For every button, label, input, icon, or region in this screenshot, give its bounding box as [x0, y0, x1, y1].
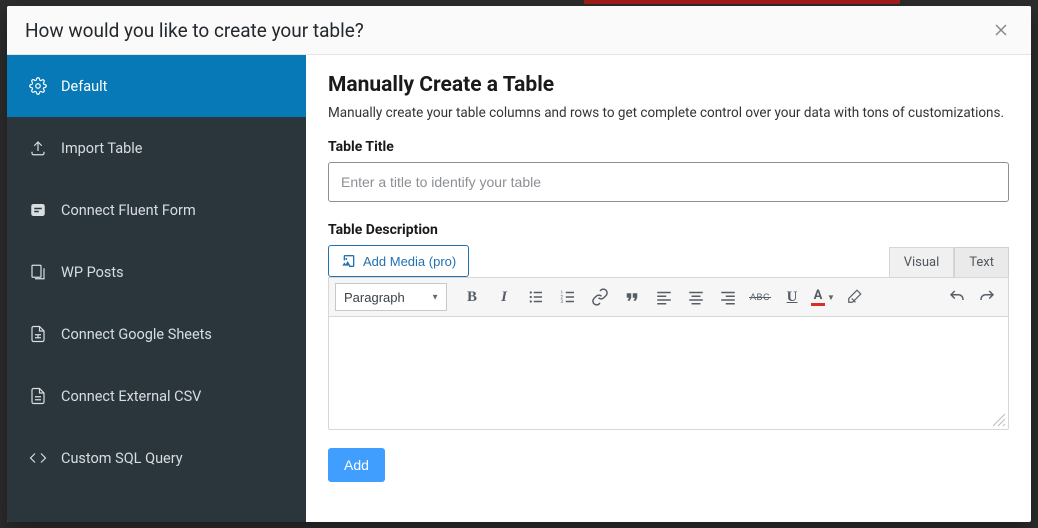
italic-icon: I [501, 289, 507, 306]
bold-button[interactable]: B [457, 282, 487, 312]
tab-text[interactable]: Text [954, 247, 1009, 277]
create-table-modal: How would you like to create your table?… [7, 6, 1031, 522]
modal-header: How would you like to create your table? [7, 6, 1031, 55]
upload-icon [29, 139, 47, 157]
description-toolbar-row: Add Media (pro) Visual Text [328, 245, 1009, 277]
align-center-icon [687, 288, 705, 306]
close-icon [995, 24, 1007, 36]
align-left-button[interactable] [649, 282, 679, 312]
link-icon [591, 288, 609, 306]
redo-icon [978, 288, 996, 306]
sidebar-item-label: Connect External CSV [61, 388, 201, 405]
quote-icon [623, 288, 641, 306]
svg-text:3: 3 [561, 299, 564, 305]
media-icon [341, 253, 357, 269]
rich-text-editor: Paragraph B I 123 [328, 277, 1009, 430]
sidebar-item-label: Connect Google Sheets [61, 326, 212, 343]
table-title-label: Table Title [328, 139, 1009, 155]
align-right-icon [719, 288, 737, 306]
table-description-label: Table Description [328, 222, 1009, 238]
main-panel: Manually Create a Table Manually create … [306, 55, 1031, 522]
form-icon [29, 201, 47, 219]
align-center-button[interactable] [681, 282, 711, 312]
align-right-button[interactable] [713, 282, 743, 312]
csv-file-icon [29, 387, 47, 405]
clear-formatting-button[interactable] [839, 282, 869, 312]
bulleted-list-button[interactable] [521, 282, 551, 312]
sidebar-item-wp-posts[interactable]: WP Posts [7, 241, 306, 303]
strikethrough-button[interactable]: ABC [745, 282, 775, 312]
main-title: Manually Create a Table [328, 73, 1009, 97]
modal-title: How would you like to create your table? [25, 19, 364, 42]
eraser-icon [845, 288, 863, 306]
text-color-icon: A [811, 289, 825, 306]
redo-button[interactable] [972, 282, 1002, 312]
paragraph-format-select[interactable]: Paragraph [335, 283, 447, 311]
add-media-label: Add Media (pro) [363, 254, 456, 269]
blockquote-button[interactable] [617, 282, 647, 312]
bulleted-list-icon [527, 288, 545, 306]
sidebar-item-connect-external-csv[interactable]: Connect External CSV [7, 365, 306, 427]
sidebar-item-label: WP Posts [61, 264, 124, 281]
add-media-button[interactable]: Add Media (pro) [328, 245, 469, 277]
numbered-list-icon: 123 [559, 288, 577, 306]
sidebar-item-connect-fluent-form[interactable]: Connect Fluent Form [7, 179, 306, 241]
gear-icon [29, 77, 47, 95]
modal-body: Default Import Table Connect Fluent Form… [7, 55, 1031, 522]
italic-button[interactable]: I [489, 282, 519, 312]
main-description: Manually create your table columns and r… [328, 105, 1009, 121]
bold-icon: B [467, 289, 477, 306]
sheets-icon [29, 325, 47, 343]
sidebar-item-custom-sql-query[interactable]: Custom SQL Query [7, 427, 306, 489]
close-button[interactable] [989, 18, 1013, 42]
editor-tabs: Visual Text [889, 247, 1009, 277]
undo-button[interactable] [942, 282, 972, 312]
tab-visual[interactable]: Visual [889, 247, 955, 277]
undo-icon [948, 288, 966, 306]
chevron-down-icon: ▼ [827, 293, 835, 302]
editor-toolbar: Paragraph B I 123 [329, 278, 1008, 317]
underline-icon: U [787, 289, 798, 306]
sidebar-item-import-table[interactable]: Import Table [7, 117, 306, 179]
align-left-icon [655, 288, 673, 306]
link-button[interactable] [585, 282, 615, 312]
sidebar-item-connect-google-sheets[interactable]: Connect Google Sheets [7, 303, 306, 365]
add-button[interactable]: Add [328, 448, 385, 482]
table-title-input[interactable] [328, 162, 1009, 202]
posts-icon [29, 263, 47, 281]
sidebar-item-default[interactable]: Default [7, 55, 306, 117]
underline-button[interactable]: U [777, 282, 807, 312]
strikethrough-icon: ABC [750, 292, 770, 302]
sidebar-item-label: Import Table [61, 140, 143, 157]
page-accent-bar [584, 0, 900, 4]
sidebar-item-label: Custom SQL Query [61, 450, 183, 467]
code-icon [29, 449, 47, 467]
sidebar-item-label: Default [61, 78, 107, 95]
numbered-list-button[interactable]: 123 [553, 282, 583, 312]
create-method-sidebar: Default Import Table Connect Fluent Form… [7, 55, 306, 522]
sidebar-item-label: Connect Fluent Form [61, 202, 196, 219]
text-color-button[interactable]: A ▼ [809, 282, 837, 312]
description-textarea[interactable] [329, 317, 1008, 429]
